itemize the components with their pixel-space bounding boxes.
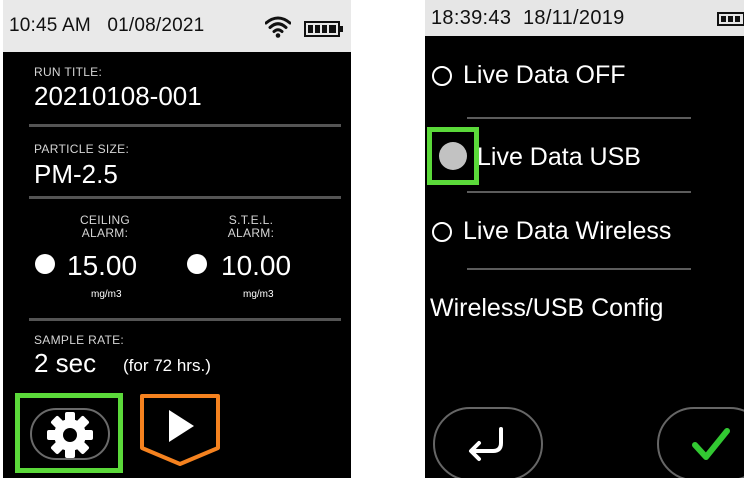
confirm-button[interactable] — [657, 407, 744, 478]
sample-rate-label: SAMPLE RATE: — [34, 333, 125, 347]
divider — [29, 318, 341, 321]
divider — [29, 124, 341, 127]
selection-highlight — [427, 127, 479, 185]
status-time: 18:39:43 — [431, 7, 512, 29]
stel-alarm-indicator — [187, 254, 207, 274]
sample-rate-value[interactable]: 2 sec — [34, 348, 96, 379]
option-live-data-wireless[interactable]: Live Data Wireless — [463, 217, 671, 246]
check-icon — [692, 428, 730, 460]
run-title-label: RUN TITLE: — [34, 65, 103, 79]
settings-button[interactable] — [15, 393, 123, 473]
option-live-data-usb[interactable]: Live Data USB — [477, 143, 641, 172]
ceiling-alarm-indicator — [35, 254, 55, 274]
back-button[interactable] — [433, 407, 543, 478]
status-date: 01/08/2021 — [107, 15, 205, 36]
stel-alarm-unit: mg/m3 — [243, 289, 274, 300]
option-live-data-off[interactable]: Live Data OFF — [463, 61, 626, 90]
stel-alarm-value[interactable]: 10.00 — [221, 250, 291, 282]
radio-live-data-wireless[interactable] — [432, 222, 452, 242]
radio-live-data-off[interactable] — [432, 66, 452, 86]
wifi-icon — [265, 16, 291, 38]
ceiling-alarm-value[interactable]: 15.00 — [67, 250, 137, 282]
left-device-screen: 10:45 AM 01/08/2021 RUN TITLE: 20210108-… — [3, 0, 351, 478]
gear-icon — [47, 412, 93, 458]
radio-live-data-usb[interactable] — [439, 142, 467, 170]
battery-icon — [304, 21, 343, 37]
battery-icon — [717, 12, 744, 26]
sample-rate-note: (for 72 hrs.) — [123, 356, 211, 375]
divider — [467, 268, 691, 270]
stel-alarm-label: S.T.E.L. ALARM: — [227, 213, 275, 240]
right-device-screen: 18:39:43 18/11/2019 Live Data OFF Live D… — [425, 0, 744, 478]
play-icon — [169, 410, 194, 442]
ceiling-alarm-unit: mg/m3 — [91, 289, 122, 300]
particle-size-value[interactable]: PM-2.5 — [34, 159, 118, 190]
status-bar: 18:39:43 18/11/2019 — [425, 0, 744, 36]
status-date: 18/11/2019 — [522, 7, 625, 29]
status-bar: 10:45 AM 01/08/2021 — [3, 0, 351, 52]
start-button[interactable] — [138, 392, 222, 468]
divider — [29, 196, 341, 199]
return-arrow-icon — [469, 427, 503, 461]
particle-size-label: PARTICLE SIZE: — [34, 142, 130, 156]
status-time: 10:45 AM 01/08/2021 — [9, 15, 205, 36]
divider — [467, 191, 691, 193]
divider — [467, 117, 691, 119]
ceiling-alarm-label: CEILING ALARM: — [79, 213, 131, 240]
run-title-value[interactable]: 20210108-001 — [34, 81, 202, 112]
wireless-usb-config-link[interactable]: Wireless/USB Config — [430, 294, 663, 323]
